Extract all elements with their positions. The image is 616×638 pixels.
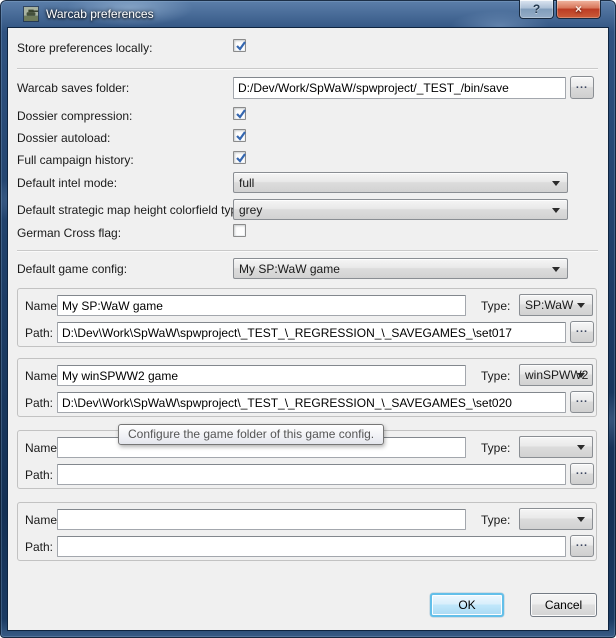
default-game-config-value: My SP:WaW game: [239, 262, 340, 276]
store-preferences-checkbox[interactable]: [233, 39, 246, 52]
game-config-name-input[interactable]: [57, 509, 466, 530]
dossier-autoload-checkbox[interactable]: [233, 129, 246, 142]
name-label: Name:: [25, 369, 60, 383]
default-game-config-select[interactable]: My SP:WaW game: [233, 258, 568, 279]
strategic-map-colorfield-select[interactable]: grey: [233, 199, 568, 220]
path-label: Path:: [25, 468, 53, 482]
chevron-down-icon: [552, 267, 560, 272]
type-label: Type:: [481, 299, 510, 313]
strategic-map-colorfield-label: Default strategic map height colorfield …: [17, 203, 247, 217]
game-config-type-select[interactable]: winSPWW2: [519, 364, 593, 386]
type-label: Type:: [481, 513, 510, 527]
chevron-down-icon: [577, 303, 585, 308]
name-label: Name:: [25, 299, 60, 313]
window-icon: [23, 6, 39, 22]
path-label: Path:: [25, 540, 53, 554]
game-config-path-input[interactable]: [57, 322, 566, 343]
cancel-button[interactable]: Cancel: [530, 593, 597, 617]
dossier-compression-checkbox[interactable]: [233, 107, 246, 120]
game-config-path-browse-button[interactable]: ...: [570, 321, 594, 343]
separator: [17, 250, 598, 251]
game-config-group-1: Name: Type: SP:WaW Path: ...: [17, 288, 597, 347]
game-config-path-input[interactable]: [57, 464, 566, 485]
help-button[interactable]: ?: [519, 0, 554, 19]
title-bar[interactable]: Warcab preferences ? ×: [0, 0, 616, 28]
type-label: Type:: [481, 369, 510, 383]
game-config-name-input[interactable]: [57, 365, 466, 386]
game-config-path-input[interactable]: [57, 392, 566, 413]
tooltip: Configure the game folder of this game c…: [118, 424, 384, 445]
separator: [17, 68, 598, 69]
type-label: Type:: [481, 441, 510, 455]
intel-mode-select[interactable]: full: [233, 172, 568, 193]
game-config-group-2: Name: Type: winSPWW2 Path: ...: [17, 358, 597, 417]
default-game-config-label: Default game config:: [17, 262, 127, 276]
name-label: Name:: [25, 441, 60, 455]
path-label: Path:: [25, 396, 53, 410]
german-cross-flag-checkbox[interactable]: [233, 224, 246, 237]
game-config-path-browse-button[interactable]: ...: [570, 463, 594, 485]
name-label: Name:: [25, 513, 60, 527]
chevron-down-icon: [577, 373, 585, 378]
game-config-path-input[interactable]: [57, 536, 566, 557]
game-config-type-select[interactable]: [519, 436, 593, 458]
dossier-autoload-label: Dossier autoload:: [17, 131, 110, 145]
ok-button[interactable]: OK: [430, 593, 504, 617]
full-campaign-history-checkbox[interactable]: [233, 151, 246, 164]
saves-folder-label: Warcab saves folder:: [17, 81, 129, 95]
intel-mode-value: full: [239, 176, 254, 190]
game-config-type-select[interactable]: SP:WaW: [519, 294, 593, 316]
german-cross-flag-label: German Cross flag:: [17, 226, 121, 240]
dossier-compression-label: Dossier compression:: [17, 109, 132, 123]
help-icon: ?: [533, 2, 540, 16]
chevron-down-icon: [552, 208, 560, 213]
chevron-down-icon: [552, 181, 560, 186]
saves-folder-input[interactable]: [233, 77, 566, 99]
preferences-dialog: Warcab preferences ? × Store preferences…: [0, 0, 616, 638]
full-campaign-history-label: Full campaign history:: [17, 153, 134, 167]
chevron-down-icon: [577, 517, 585, 522]
store-preferences-label: Store preferences locally:: [17, 41, 152, 55]
chevron-down-icon: [577, 445, 585, 450]
strategic-map-colorfield-value: grey: [239, 203, 262, 217]
window-title: Warcab preferences: [46, 7, 154, 21]
game-config-path-browse-button[interactable]: ...: [570, 535, 594, 557]
dialog-body: Store preferences locally: Warcab saves …: [8, 28, 608, 630]
intel-mode-label: Default intel mode:: [17, 176, 117, 190]
game-config-type-value: SP:WaW: [525, 298, 573, 312]
path-label: Path:: [25, 326, 53, 340]
game-config-type-select[interactable]: [519, 508, 593, 530]
game-config-path-browse-button[interactable]: ...: [570, 391, 594, 413]
close-icon: ×: [575, 2, 582, 16]
saves-folder-browse-button[interactable]: ...: [570, 76, 594, 99]
close-button[interactable]: ×: [556, 0, 601, 19]
game-config-name-input[interactable]: [57, 295, 466, 316]
game-config-group-4: Name: Type: Path: ...: [17, 502, 597, 561]
